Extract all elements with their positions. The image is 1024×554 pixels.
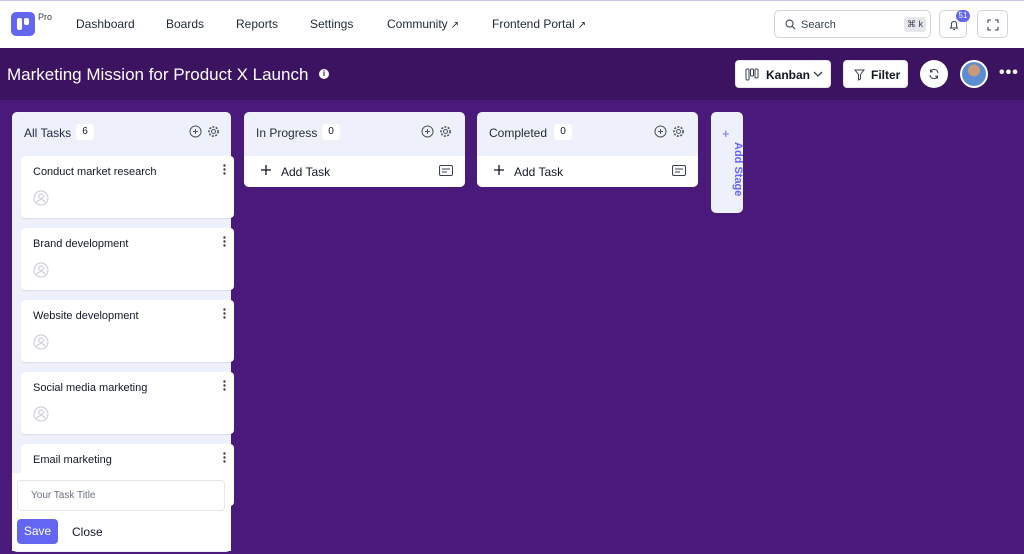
kebab-menu-icon[interactable] xyxy=(223,236,226,247)
task-card[interactable]: Brand development xyxy=(21,228,234,290)
gear-icon[interactable] xyxy=(672,125,685,138)
nav-link-reports[interactable]: Reports xyxy=(236,17,278,31)
search-box[interactable]: Search ⌘ k xyxy=(774,10,931,38)
top-nav: Pro Dashboard Boards Reports Settings Co… xyxy=(0,0,1024,48)
task-title: Brand development xyxy=(33,238,129,250)
kanban-icon xyxy=(745,68,759,81)
external-link-icon: ↗ xyxy=(450,20,460,31)
app-logo-icon[interactable] xyxy=(11,12,35,36)
refresh-button[interactable] xyxy=(920,60,948,88)
view-switcher-button[interactable]: Kanban xyxy=(735,60,831,88)
user-avatar[interactable] xyxy=(960,60,988,88)
task-card[interactable]: Conduct market research xyxy=(21,156,234,218)
search-label: Search xyxy=(801,19,836,31)
column-title: In Progress xyxy=(256,126,318,140)
assignee-icon[interactable] xyxy=(33,262,49,278)
add-circle-icon[interactable] xyxy=(421,125,434,138)
kebab-menu-icon[interactable] xyxy=(223,380,226,391)
chevron-down-icon xyxy=(813,71,823,77)
expand-icon xyxy=(987,19,999,31)
task-title: Email marketing xyxy=(33,454,112,466)
add-stage-label: Add Stage xyxy=(732,142,744,197)
task-title: Conduct market research xyxy=(33,166,157,178)
column-header: In Progress 0 xyxy=(244,112,465,154)
add-circle-icon[interactable] xyxy=(654,125,667,138)
assignee-icon[interactable] xyxy=(33,190,49,206)
gear-icon[interactable] xyxy=(439,125,452,138)
column-title: All Tasks xyxy=(24,126,72,140)
search-shortcut: ⌘ k xyxy=(904,17,926,32)
column-header: Completed 0 xyxy=(477,112,698,154)
column-count: 0 xyxy=(322,124,340,140)
plus-icon: + xyxy=(722,126,730,141)
assignee-icon[interactable] xyxy=(33,406,49,422)
assignee-icon[interactable] xyxy=(33,334,49,350)
add-task-button[interactable]: Add Task xyxy=(244,156,465,187)
view-label: Kanban xyxy=(766,68,811,82)
task-title: Social media marketing xyxy=(33,382,148,394)
column-count: 6 xyxy=(76,124,94,140)
nav-link-frontend-portal-label: Frontend Portal xyxy=(492,17,575,31)
plus-icon xyxy=(261,165,271,175)
column-completed: Completed 0 Add Task xyxy=(477,112,698,187)
kebab-menu-icon[interactable] xyxy=(223,452,226,463)
nav-link-boards[interactable]: Boards xyxy=(166,17,204,31)
refresh-icon xyxy=(929,68,939,80)
column-header: All Tasks 6 xyxy=(12,112,231,154)
column-title: Completed xyxy=(489,126,548,140)
info-icon[interactable]: i xyxy=(319,69,329,79)
column-count: 0 xyxy=(554,124,572,140)
task-title-input[interactable] xyxy=(17,480,225,511)
filter-label: Filter xyxy=(871,68,901,82)
nav-link-community[interactable]: Community ↗ xyxy=(387,17,459,31)
task-card[interactable]: Website development xyxy=(21,300,234,362)
nav-link-dashboard[interactable]: Dashboard xyxy=(76,17,135,31)
add-stage-button[interactable]: + Add Stage xyxy=(711,112,744,213)
kebab-menu-icon[interactable] xyxy=(223,308,226,319)
task-card[interactable]: Social media marketing xyxy=(21,372,234,434)
column-in-progress: In Progress 0 Add Task xyxy=(244,112,465,187)
task-title: Website development xyxy=(33,310,139,322)
add-task-button[interactable]: Add Task xyxy=(477,156,698,187)
kebab-menu-icon[interactable] xyxy=(223,164,226,175)
filter-icon xyxy=(854,69,865,81)
card-template-icon[interactable] xyxy=(672,165,686,176)
notifications-count-badge: 51 xyxy=(956,10,970,22)
plus-icon xyxy=(494,165,504,175)
close-button[interactable]: Close xyxy=(72,525,103,539)
card-template-icon[interactable] xyxy=(439,165,453,176)
filter-button[interactable]: Filter xyxy=(843,60,908,88)
add-task-label: Add Task xyxy=(281,165,331,179)
add-circle-icon[interactable] xyxy=(189,125,202,138)
nav-link-settings[interactable]: Settings xyxy=(310,17,353,31)
nav-link-frontend-portal[interactable]: Frontend Portal ↗ xyxy=(492,17,586,31)
search-icon xyxy=(785,19,796,30)
save-button[interactable]: Save xyxy=(17,519,58,544)
external-link-icon: ↗ xyxy=(577,20,587,31)
pro-badge: Pro xyxy=(38,12,53,22)
nav-link-community-label: Community xyxy=(387,17,448,31)
gear-icon[interactable] xyxy=(207,125,220,138)
board-title: Marketing Mission for Product X Launch xyxy=(7,65,309,84)
fullscreen-button[interactable] xyxy=(977,10,1008,38)
add-task-label: Add Task xyxy=(514,165,564,179)
more-options-icon[interactable]: ••• xyxy=(999,64,1019,82)
